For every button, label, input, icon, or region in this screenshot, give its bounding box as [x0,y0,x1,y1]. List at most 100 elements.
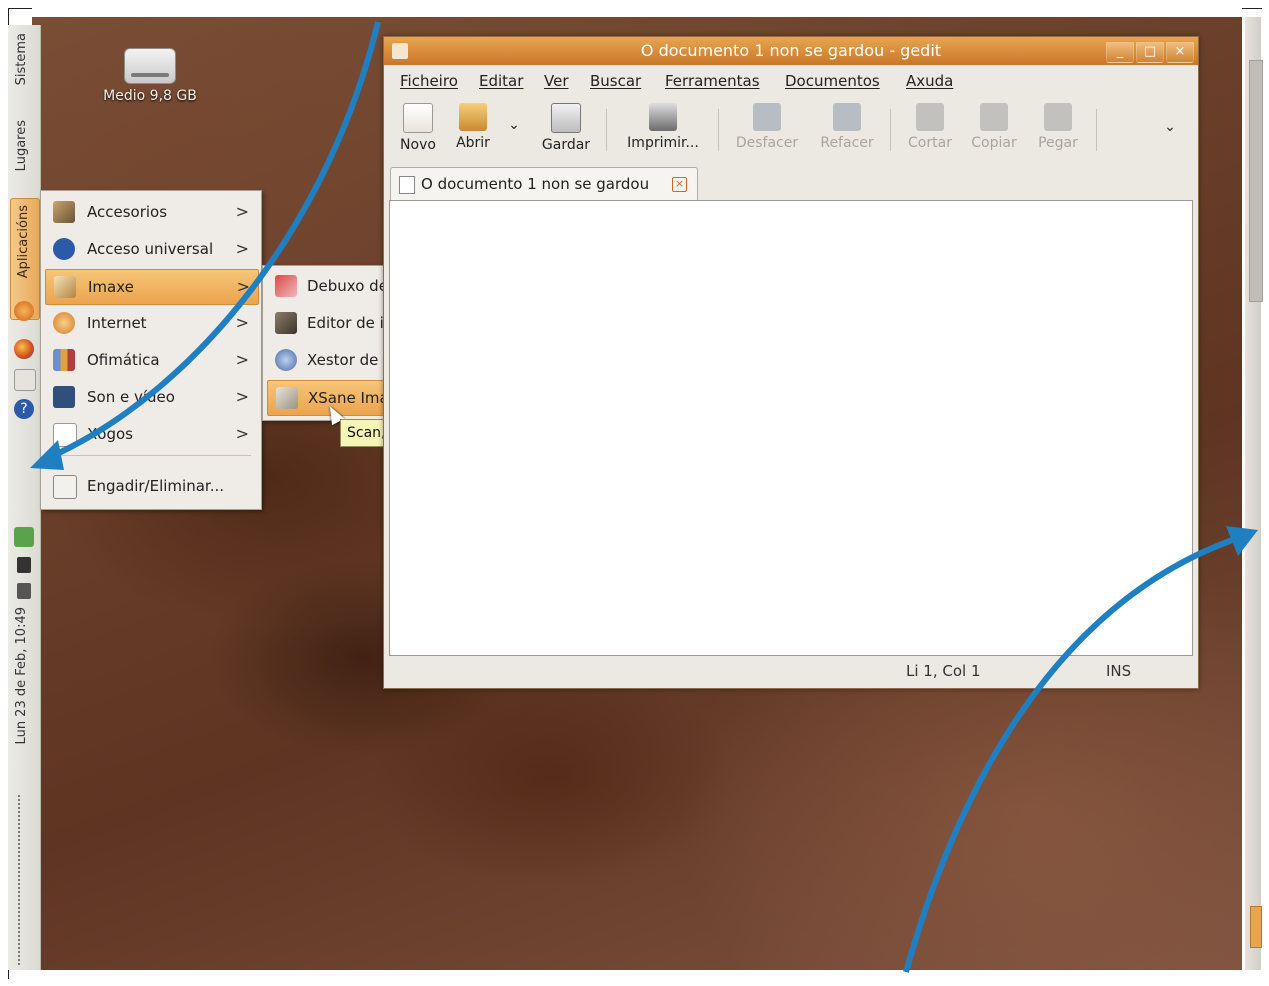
internet-icon [53,312,75,334]
workspace-switcher[interactable] [1249,60,1263,302]
menu-separator [51,455,251,456]
chevron-down-icon: ⌄ [508,117,520,133]
minimize-button[interactable]: _ [1106,41,1134,63]
tab-close-icon[interactable]: × [672,177,687,192]
open-button[interactable]: Abrir [452,103,494,151]
drive-icon-launcher[interactable]: Medio 9,8 GB [95,48,205,104]
document-icon [399,176,415,194]
copy-button[interactable]: Copiar [966,103,1022,151]
applications-menu: Accesorios > Acceso universal > Imaxe > … [40,190,262,510]
network-icon[interactable] [17,557,31,573]
draw-icon [275,275,297,297]
chevron-right-icon: > [235,202,249,221]
menu-item-label: Acceso universal [87,240,214,258]
maximize-button[interactable]: □ [1136,41,1164,63]
menu-item-label: Imaxe [88,278,134,296]
chevron-right-icon: > [235,387,249,406]
fspot-icon [275,349,297,371]
new-label: Novo [400,137,436,153]
undo-icon [753,103,781,131]
trash-icon[interactable] [1250,906,1262,948]
menu-buscar[interactable]: Buscar [590,72,641,90]
toolbar-separator [606,109,607,151]
copy-icon [980,103,1008,131]
hard-drive-icon [124,48,176,84]
left-panel: Sistema Lugares Aplicacións ? Lun 23 de … [8,25,41,970]
save-button[interactable]: Gardar [536,103,596,153]
chevron-right-icon: > [235,313,249,332]
chevron-right-icon: > [235,350,249,369]
menu-item-label: Internet [87,314,147,332]
menu-item-ofimatica[interactable]: Ofimática > [45,343,257,377]
menu-axuda[interactable]: Axuda [906,72,953,90]
menu-item-label: Engadir/Eliminar... [87,477,224,495]
close-button[interactable]: × [1166,41,1194,63]
menu-editar[interactable]: Editar [479,72,523,90]
copy-label: Copiar [971,135,1017,151]
clock[interactable]: Lun 23 de Feb, 10:49 [14,607,29,744]
menu-item-xogos[interactable]: Xogos > [45,417,257,451]
redo-label: Refacer [820,135,874,151]
menu-item-internet[interactable]: Internet > [45,306,257,340]
menu-ver[interactable]: Ver [544,72,569,90]
new-document-icon [403,103,433,133]
menu-item-label: Son e vídeo [87,388,175,406]
insert-mode: INS [1106,662,1132,680]
toolbar-separator [890,109,891,151]
menu-item-son-e-video[interactable]: Son e vídeo > [45,380,257,414]
accessories-icon [53,201,75,223]
window-title: O documento 1 non se gardou - gedit [640,41,942,60]
cut-label: Cortar [908,135,952,151]
firefox-icon[interactable] [14,339,34,359]
cut-button[interactable]: Cortar [902,103,958,151]
chevron-right-icon: > [235,424,249,443]
cursor-position: Li 1, Col 1 [906,662,981,680]
window-list-area [18,795,30,965]
redo-button[interactable]: Refacer [814,103,880,151]
statusbar: Li 1, Col 1 INS [384,659,1198,685]
scissors-icon [916,103,944,131]
mail-icon[interactable] [14,369,36,391]
toolbar: Novo Abrir ⌄ Gardar Imprimir... Desfacer… [384,97,1198,159]
menubar: Ficheiro Editar Ver Buscar Ferramentas D… [384,67,1198,95]
menu-item-acceso-universal[interactable]: Acceso universal > [45,232,257,266]
new-button[interactable]: Novo [396,103,440,153]
scanner-icon [276,387,298,409]
help-icon[interactable]: ? [14,399,34,419]
print-button[interactable]: Imprimir... [620,103,706,151]
panel-lugares-menu[interactable]: Lugares [14,120,29,171]
update-notifier-icon[interactable] [14,527,34,547]
menu-ficheiro[interactable]: Ficheiro [400,72,458,90]
add-remove-icon [53,475,77,499]
paste-icon [1044,103,1072,131]
open-recent-dropdown[interactable]: ⌄ [504,117,524,133]
text-editor-area[interactable] [389,200,1193,656]
redo-icon [833,103,861,131]
save-label: Gardar [541,137,591,153]
volume-icon[interactable] [17,583,31,599]
printer-icon [649,103,677,131]
graphics-icon [54,276,76,298]
menu-item-imaxe[interactable]: Imaxe > [45,269,259,305]
chevron-down-icon: ⌄ [1164,119,1176,135]
undo-button[interactable]: Desfacer [730,103,804,151]
window-titlebar[interactable]: O documento 1 non se gardou - gedit _ □ … [384,37,1198,65]
menu-ferramentas[interactable]: Ferramentas [665,72,760,90]
drive-label: Medio 9,8 GB [103,88,197,104]
paste-button[interactable]: Pegar [1030,103,1086,151]
toolbar-overflow-button[interactable]: ⌄ [1160,119,1180,135]
tab-document-1[interactable]: O documento 1 non se gardou × [390,167,698,200]
panel-sistema-menu[interactable]: Sistema [14,33,29,85]
chevron-right-icon: > [235,239,249,258]
menu-item-label: Xogos [87,425,133,443]
menu-item-engadir-eliminar[interactable]: Engadir/Eliminar... [45,469,257,503]
document-tabbar: O documento 1 non se gardou × [388,167,1194,200]
toolbar-separator [1096,109,1097,151]
menu-item-label: Accesorios [87,203,168,221]
ubuntu-logo-icon[interactable] [14,301,34,321]
chevron-right-icon: > [236,277,250,296]
print-label: Imprimir... [627,135,699,151]
menu-item-accesorios[interactable]: Accesorios > [45,195,257,229]
menu-documentos[interactable]: Documentos [785,72,880,90]
gedit-window: O documento 1 non se gardou - gedit _ □ … [383,36,1199,689]
